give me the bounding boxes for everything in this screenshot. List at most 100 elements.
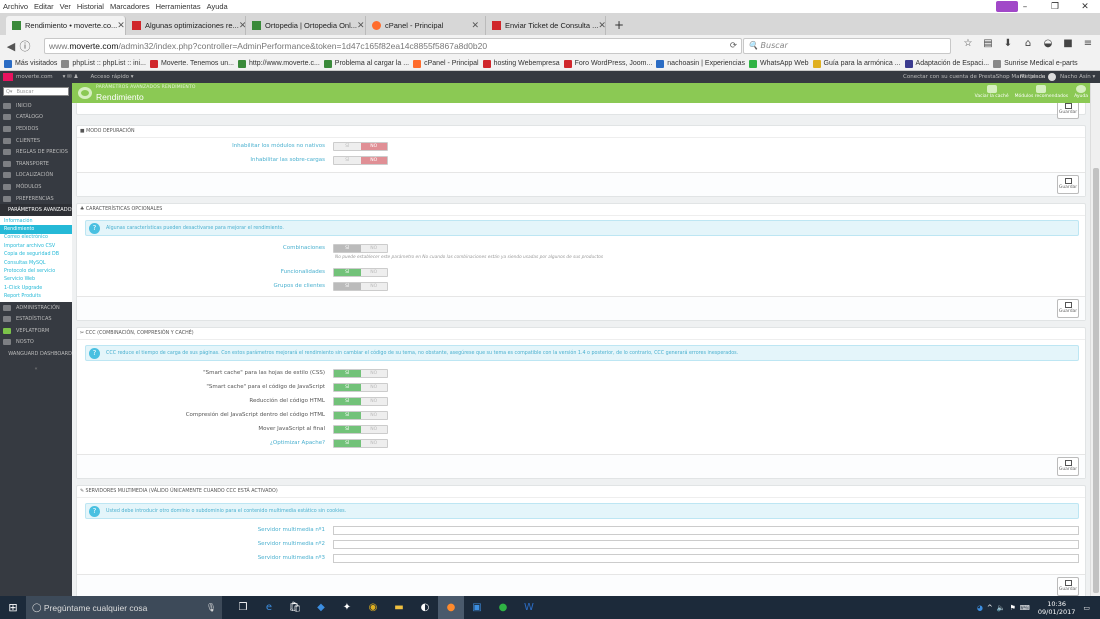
bookmark-item[interactable]: phpList :: phpList :: ini...: [61, 59, 146, 68]
sidebar-item-estadisticas[interactable]: Estadísticas: [0, 313, 72, 325]
close-tab-icon[interactable]: ✕: [117, 20, 125, 31]
bookmark-item[interactable]: http://www.moverte.c...: [237, 59, 320, 68]
close-icon[interactable]: ✕: [1070, 2, 1100, 12]
browser-tab[interactable]: Ortopedia | Ortopedia Onl... ✕: [246, 16, 366, 35]
collapse-sidebar-icon[interactable]: «: [0, 366, 72, 372]
menu-hamburger-icon[interactable]: ≡: [1078, 38, 1098, 49]
pocket-icon[interactable]: ◒: [1038, 38, 1058, 49]
bookmark-item[interactable]: Moverte. Tenemos un...: [149, 59, 234, 68]
bookmark-item[interactable]: Sunrise Medical e-parts: [993, 59, 1078, 68]
scrollbar[interactable]: [1090, 83, 1100, 596]
bookmark-item[interactable]: WhatsApp Web: [748, 59, 809, 68]
save-button[interactable]: Guardar: [1057, 577, 1079, 596]
volume-icon[interactable]: 🔈: [997, 604, 1006, 612]
sidebar-item-catalogo[interactable]: Catálogo: [0, 112, 72, 124]
reading-list-icon[interactable]: ▤: [978, 38, 998, 49]
spotify-icon[interactable]: ●: [490, 596, 516, 619]
store-icon[interactable]: 🛍: [282, 596, 308, 619]
sidebar-search-input[interactable]: Q▾ Buscar: [3, 87, 69, 96]
site-name[interactable]: moverte.com: [16, 74, 53, 80]
keyboard-icon[interactable]: ⌨: [1020, 604, 1030, 612]
toggle-switch[interactable]: SÍ NO: [333, 411, 388, 420]
menu-herramientas[interactable]: Herramientas: [153, 2, 204, 11]
submenu-item[interactable]: Servicio Web: [0, 276, 72, 284]
browser-tab[interactable]: Algunas optimizaciones re... ✕: [126, 16, 246, 35]
bookmark-item[interactable]: Guía para la armónica ...: [812, 59, 901, 68]
notifications-icon[interactable]: ▭: [1083, 604, 1090, 612]
game-icon[interactable]: ✦: [334, 596, 360, 619]
toggle-switch[interactable]: SÍ NO: [333, 142, 388, 151]
maximize-icon[interactable]: ❐: [1040, 2, 1070, 12]
scrollbar-thumb[interactable]: [1093, 168, 1099, 593]
sidebar-item-wanguard[interactable]: Wanguard Dashboard: [0, 348, 72, 360]
submenu-item[interactable]: Importar archivo CSV: [0, 242, 72, 250]
sidebar-item-pedidos[interactable]: Pedidos: [0, 123, 72, 135]
sidebar-item-preferencias[interactable]: Preferencias: [0, 193, 72, 205]
bookmark-item[interactable]: Foro WordPress, Joom...: [563, 59, 652, 68]
edge-icon[interactable]: e: [256, 596, 282, 619]
menu-ver[interactable]: Ver: [57, 2, 74, 11]
menu-historial[interactable]: Historial: [74, 2, 107, 11]
tray-overflow-icon[interactable]: ^: [987, 604, 993, 612]
url-bar[interactable]: www.moverte.com/admin32/index.php?contro…: [44, 38, 742, 54]
sidebar-item-transporte[interactable]: Transporte: [0, 158, 72, 170]
sidebar-item-reglas[interactable]: Reglas de precios: [0, 146, 72, 158]
file-explorer-icon[interactable]: ▬: [386, 596, 412, 619]
save-button[interactable]: Guardar: [1057, 299, 1079, 318]
browser-tab[interactable]: Rendimiento • moverte.co... ✕: [6, 16, 126, 35]
sidebar-item-inicio[interactable]: Inicio: [0, 100, 72, 112]
firefox-icon[interactable]: ●: [438, 596, 464, 619]
toggle-switch[interactable]: SÍ NO: [333, 156, 388, 165]
mail-app-icon[interactable]: ▣: [464, 596, 490, 619]
close-tab-icon[interactable]: ✕: [357, 20, 365, 31]
submenu-item[interactable]: Copia de seguridad DB: [0, 251, 72, 259]
menu-marcadores[interactable]: Marcadores: [107, 2, 153, 11]
save-button[interactable]: Guardar: [1057, 175, 1079, 194]
word-icon[interactable]: W: [516, 596, 542, 619]
bookmark-item[interactable]: nachoasin | Experiencias: [656, 59, 745, 68]
submenu-item[interactable]: Protocolo del servicio: [0, 267, 72, 275]
browser-tab[interactable]: cPanel - Principal ✕: [366, 16, 486, 35]
media-server-3-input[interactable]: [333, 554, 1079, 563]
user-menu[interactable]: Nacho Asín ▾: [1060, 74, 1095, 80]
bookmark-item[interactable]: Problema al cargar la ...: [323, 59, 409, 68]
avatar[interactable]: [1048, 73, 1056, 81]
sidebar-item-nosto[interactable]: Nosto: [0, 337, 72, 349]
back-arrow-icon[interactable]: ◀: [4, 40, 18, 53]
help-button[interactable]: Ayuda: [1074, 85, 1088, 99]
bookmark-item[interactable]: cPanel - Principal: [413, 59, 479, 68]
sidebar-item-parametros[interactable]: Parámetros avanzados: [0, 204, 75, 216]
minimize-icon[interactable]: –: [1010, 2, 1040, 12]
toggle-switch[interactable]: SÍ NO: [333, 425, 388, 434]
recommended-modules-button[interactable]: Módulos recomendados: [1015, 85, 1068, 99]
quick-access-menu[interactable]: Acceso rápido ▾: [90, 74, 133, 80]
windows-start-icon[interactable]: ⊞: [0, 601, 26, 614]
site-info-icon[interactable]: ⓘ: [18, 38, 32, 54]
toggle-switch[interactable]: SÍ NO: [333, 268, 388, 277]
bookmark-item[interactable]: hosting Webempresa: [482, 59, 560, 68]
bookmark-item[interactable]: Más visitados: [4, 59, 57, 68]
home-icon[interactable]: ⌂: [1018, 38, 1038, 49]
submenu-item[interactable]: 1-Click Upgrade: [0, 284, 72, 292]
submenu-item[interactable]: Consultas MySQL: [0, 259, 72, 267]
tray-app-icon[interactable]: ◕: [977, 604, 983, 612]
cortana-search-input[interactable]: ◯ Pregúntame cualquier cosa 🎙: [26, 596, 222, 619]
bookmark-star-icon[interactable]: ☆: [958, 38, 978, 49]
menu-editar[interactable]: Editar: [31, 2, 57, 11]
download-icon[interactable]: ⬇: [998, 38, 1018, 49]
submenu-item[interactable]: Correo electrónico: [0, 234, 72, 242]
submenu-item[interactable]: Report Produits: [0, 292, 72, 300]
reload-icon[interactable]: ⟳: [730, 40, 737, 51]
search-input[interactable]: 🔍 Buscar: [743, 38, 951, 54]
chrome-icon[interactable]: ◉: [360, 596, 386, 619]
app-icon[interactable]: ◐: [412, 596, 438, 619]
task-view-icon[interactable]: ❒: [230, 596, 256, 619]
toggle-switch[interactable]: SÍ NO: [333, 397, 388, 406]
toggle-switch[interactable]: SÍ NO: [333, 244, 388, 253]
submenu-item-active[interactable]: Rendimiento: [0, 225, 72, 234]
media-server-2-input[interactable]: [333, 540, 1079, 549]
submenu-item[interactable]: Información: [0, 217, 72, 225]
sidebar-item-localizacion[interactable]: Localización: [0, 170, 72, 182]
browser-tab[interactable]: Enviar Ticket de Consulta ... ✕: [486, 16, 606, 35]
sidebar-item-clientes[interactable]: Clientes: [0, 135, 72, 147]
